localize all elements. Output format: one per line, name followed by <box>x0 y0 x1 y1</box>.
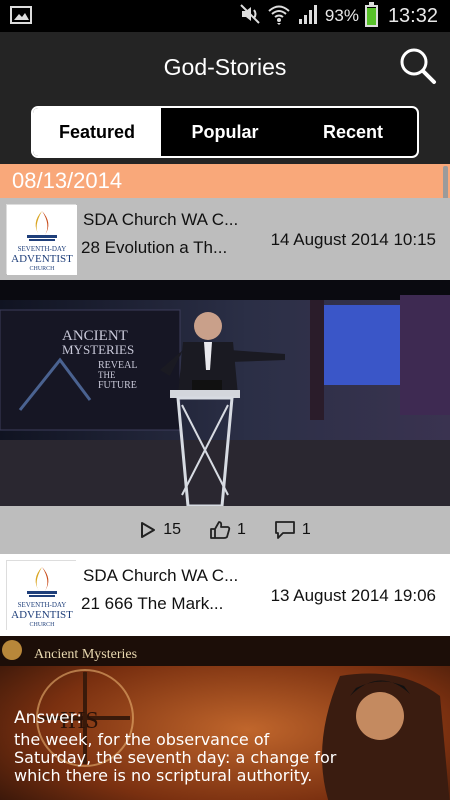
search-button[interactable] <box>398 46 438 86</box>
post-title: 21 666 The Mark... <box>81 594 224 613</box>
svg-text:SEVENTH-DAY: SEVENTH-DAY <box>18 601 67 609</box>
post-header[interactable]: SEVENTH-DAY ADVENTIST CHURCH SDA Church … <box>0 198 450 280</box>
svg-text:CHURCH: CHURCH <box>29 266 55 272</box>
post-channel: SDA Church WA C... <box>83 210 239 229</box>
battery-percent: 93% <box>324 6 359 25</box>
svg-text:the week, for the observance o: the week, for the observance of <box>14 730 270 749</box>
avatar[interactable]: SEVENTH-DAY ADVENTIST CHURCH <box>6 204 77 275</box>
svg-text:ADVENTIST: ADVENTIST <box>11 253 73 265</box>
page-title: God-Stories <box>163 54 287 80</box>
mute-icon <box>239 3 261 30</box>
avatar[interactable]: SEVENTH-DAY ADVENTIST CHURCH <box>6 560 77 631</box>
search-icon <box>400 48 436 84</box>
svg-text:ADVENTIST: ADVENTIST <box>11 609 73 621</box>
play-icon <box>141 522 156 538</box>
clock: 13:32 <box>387 4 438 27</box>
tab-recent[interactable]: Recent <box>289 108 417 156</box>
svg-text:THE: THE <box>98 370 116 380</box>
adventist-logo-icon: SEVENTH-DAY ADVENTIST CHURCH <box>7 561 77 631</box>
wifi-icon <box>267 3 291 30</box>
date-header: 08/13/2014 <box>0 164 450 198</box>
comment-count-value: 1 <box>301 521 311 538</box>
svg-text:Answer:: Answer: <box>14 708 82 728</box>
comment-count[interactable]: 1 <box>274 520 311 540</box>
like-count[interactable]: 1 <box>209 520 246 540</box>
app-bar: God-Stories Featured Popular Recent <box>0 32 450 164</box>
video-thumbnail[interactable]: ANCIENT MYSTERIES REVEAL THE FUTURE <box>0 280 450 506</box>
video-thumbnail[interactable]: Ancient Mysteries IHS Answer: the week, … <box>0 636 450 800</box>
feed-list[interactable]: 08/13/2014 SEVENTH-DAY ADVENTIST CHURCH … <box>0 164 450 800</box>
play-count[interactable]: 15 <box>139 521 181 539</box>
svg-text:Saturday, the seventh day: a c: Saturday, the seventh day: a change for <box>14 748 337 767</box>
post-stats: 15 1 1 <box>0 506 450 554</box>
adventist-logo-icon: SEVENTH-DAY ADVENTIST CHURCH <box>7 205 77 275</box>
tab-popular[interactable]: Popular <box>161 108 289 156</box>
svg-text:which there is no scriptural a: which there is no scriptural authority. <box>14 766 312 785</box>
image-icon <box>10 5 32 30</box>
svg-text:Ancient Mysteries: Ancient Mysteries <box>34 647 137 662</box>
battery-icon <box>364 2 378 27</box>
comment-icon <box>274 521 295 539</box>
thumbs-up-icon <box>210 521 231 539</box>
post-channel: SDA Church WA C... <box>83 566 239 585</box>
post-header[interactable]: SEVENTH-DAY ADVENTIST CHURCH SDA Church … <box>0 554 450 636</box>
tab-bar: Featured Popular Recent <box>31 106 419 158</box>
signal-icon <box>297 3 319 30</box>
svg-text:MYSTERIES: MYSTERIES <box>62 342 134 357</box>
post-date: 13 August 2014 19:06 <box>270 586 436 605</box>
post-title: 28 Evolution a Th... <box>81 238 228 257</box>
svg-text:FUTURE: FUTURE <box>98 380 137 391</box>
like-count-value: 1 <box>236 521 246 538</box>
post-date: 14 August 2014 10:15 <box>270 230 436 249</box>
play-count-value: 15 <box>163 521 181 538</box>
svg-text:SEVENTH-DAY: SEVENTH-DAY <box>18 245 67 253</box>
status-bar: 93% 13:32 <box>0 0 450 32</box>
svg-text:CHURCH: CHURCH <box>29 622 55 628</box>
tab-featured[interactable]: Featured <box>33 108 161 156</box>
